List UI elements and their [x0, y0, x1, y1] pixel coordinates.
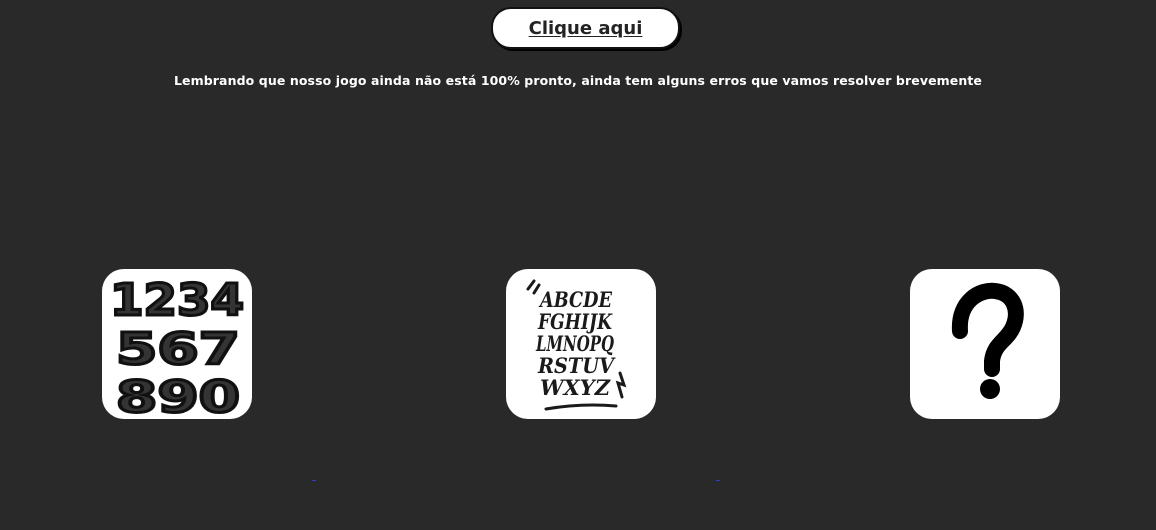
- numbers-row-2-fill: 567: [116, 324, 240, 375]
- graffiti-lightning-mark: [615, 371, 627, 399]
- click-here-label: Clique aqui: [528, 17, 643, 39]
- graffiti-underline: [544, 403, 618, 411]
- page: Clique aqui Lembrando que nosso jogo ain…: [0, 0, 1156, 530]
- numbers-row-3-fill: 890: [116, 372, 240, 419]
- question-mark-icon: [951, 282, 1024, 399]
- click-here-button[interactable]: Clique aqui: [491, 7, 680, 49]
- empty-link-1[interactable]: [312, 480, 316, 481]
- empty-link-2[interactable]: [716, 480, 720, 481]
- mystery-game-card[interactable]: [910, 269, 1060, 419]
- alphabet-game-card[interactable]: ABCDE FGHIJK LMNOPQ RSTUV WXYZ: [506, 269, 656, 419]
- question-mark-dot: [980, 379, 1000, 399]
- game-status-notice: Lembrando que nosso jogo ainda não está …: [173, 73, 983, 88]
- numbers-icon: 1234 567 890 1234 567 890: [109, 274, 246, 420]
- numbers-row-1-fill: 1234: [110, 275, 244, 326]
- graffiti-quote-mark: [526, 279, 541, 295]
- graffiti-alphabet-icon: ABCDE FGHIJK LMNOPQ RSTUV WXYZ: [526, 279, 627, 411]
- question-mark-hook: [951, 282, 1024, 377]
- alphabet-row-5: WXYZ: [540, 375, 611, 400]
- numbers-game-card[interactable]: 1234 567 890 1234 567 890: [102, 269, 252, 419]
